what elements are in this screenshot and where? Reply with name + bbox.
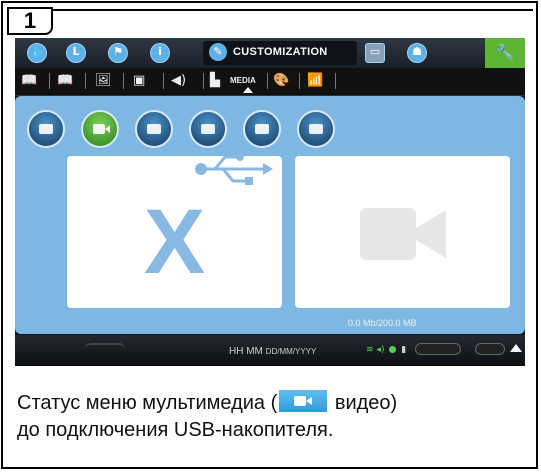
profile-icon[interactable]: ☗ (407, 43, 427, 63)
settings-tab[interactable]: 🔧 (485, 38, 525, 68)
customization-tab[interactable]: ✎ CUSTOMIZATION (203, 41, 357, 65)
sub-menu-bar: 📖 📖 🖼 ▣ ◀) ▙ MEDIA 🎨 📶 (15, 68, 525, 96)
caption-part-1: Статус меню мультимедиа ( (17, 392, 278, 414)
slideshow-button[interactable] (243, 110, 281, 148)
wifi-icon[interactable]: 📶 (307, 73, 323, 89)
storage-usage: 0.0 Mb/200.0 MB (348, 318, 417, 328)
audio-icon (147, 124, 161, 134)
book-open-icon[interactable]: 📖 (57, 73, 73, 89)
battery-icon: ▮ (401, 345, 407, 355)
separator (203, 73, 204, 89)
device-screen: 💧 L ⚑ i ✎ CUSTOMIZATION ▭ ☗ 🔧 📖 📖 🖼 ▣ ◀)… (15, 38, 525, 366)
active-tab-caret (243, 87, 253, 93)
date-display: DD/MM/YYYY (265, 347, 317, 356)
disc-button[interactable] (189, 110, 227, 148)
separator (267, 73, 268, 89)
left-control (85, 343, 125, 355)
photo-button[interactable] (27, 110, 65, 148)
photo-frame-icon[interactable]: 🖼 (95, 73, 112, 89)
date-time: HH MM DD/MM/YYYY (229, 346, 316, 357)
speaker-status-icon: ◂) (376, 345, 385, 355)
knob-indicator (415, 343, 461, 355)
disc-icon (201, 124, 215, 134)
step-badge: 1 (7, 7, 53, 35)
water-drop-icon[interactable]: 💧 (27, 43, 47, 63)
audio-button[interactable] (135, 110, 173, 148)
separator (163, 73, 164, 89)
separator (49, 73, 50, 89)
separator (299, 73, 300, 89)
clock-icon[interactable]: L (66, 43, 86, 63)
usb-icon (195, 153, 273, 185)
wrench-icon: 🔧 (495, 43, 515, 61)
video-camera-placeholder-icon (360, 208, 446, 260)
grid-icon (309, 124, 323, 134)
customization-label: CUSTOMIZATION (233, 46, 328, 58)
flag-icon[interactable]: ⚑ (108, 43, 128, 63)
up-arrow-icon[interactable] (510, 344, 522, 352)
wifi-status-icon: ≋ (366, 345, 374, 355)
media-content-panel: X 0.0 Mb/200.0 MB (15, 96, 525, 334)
status-icons: ≋ ◂) ▮ (366, 345, 406, 355)
caption-part-2: видео) (329, 392, 398, 414)
book-icon[interactable]: 📖 (21, 73, 37, 89)
video-preview-panel[interactable] (295, 156, 510, 308)
video-camera-icon (93, 124, 110, 134)
status-dot (389, 346, 397, 353)
photo-icon (39, 124, 53, 134)
separator (85, 73, 86, 89)
caption-text: Статус меню мультимедиа ( видео) до подк… (17, 390, 527, 444)
frame-top-rule (53, 9, 533, 11)
grid-button[interactable] (297, 110, 335, 148)
slideshow-icon (255, 124, 269, 134)
info-icon[interactable]: i (150, 43, 170, 63)
caption-line-2: до подключения USB-накопителя. (17, 419, 334, 441)
pencil-icon: ✎ (209, 43, 227, 61)
status-bar: HH MM DD/MM/YYYY ≋ ◂) ▮ (15, 335, 525, 366)
top-menu-bar: 💧 L ⚑ i ✎ CUSTOMIZATION ▭ ☗ 🔧 (15, 38, 525, 68)
palette-icon[interactable]: 🎨 (273, 73, 289, 89)
video-tab-icon (279, 390, 328, 412)
video-button[interactable] (81, 110, 119, 148)
separator (335, 73, 336, 89)
display-icon[interactable]: ▣ (133, 73, 145, 89)
separator (123, 73, 124, 89)
no-usb-x-icon: X (143, 191, 206, 293)
speaker-icon[interactable]: ◀) (171, 73, 186, 89)
right-knob-indicator (475, 343, 505, 355)
media-label[interactable]: MEDIA (230, 76, 256, 85)
usb-source-panel[interactable]: X (67, 153, 282, 308)
screen-icon[interactable]: ▭ (365, 43, 385, 63)
time-display: HH MM (229, 346, 263, 357)
media-icon[interactable]: ▙ (210, 73, 220, 89)
